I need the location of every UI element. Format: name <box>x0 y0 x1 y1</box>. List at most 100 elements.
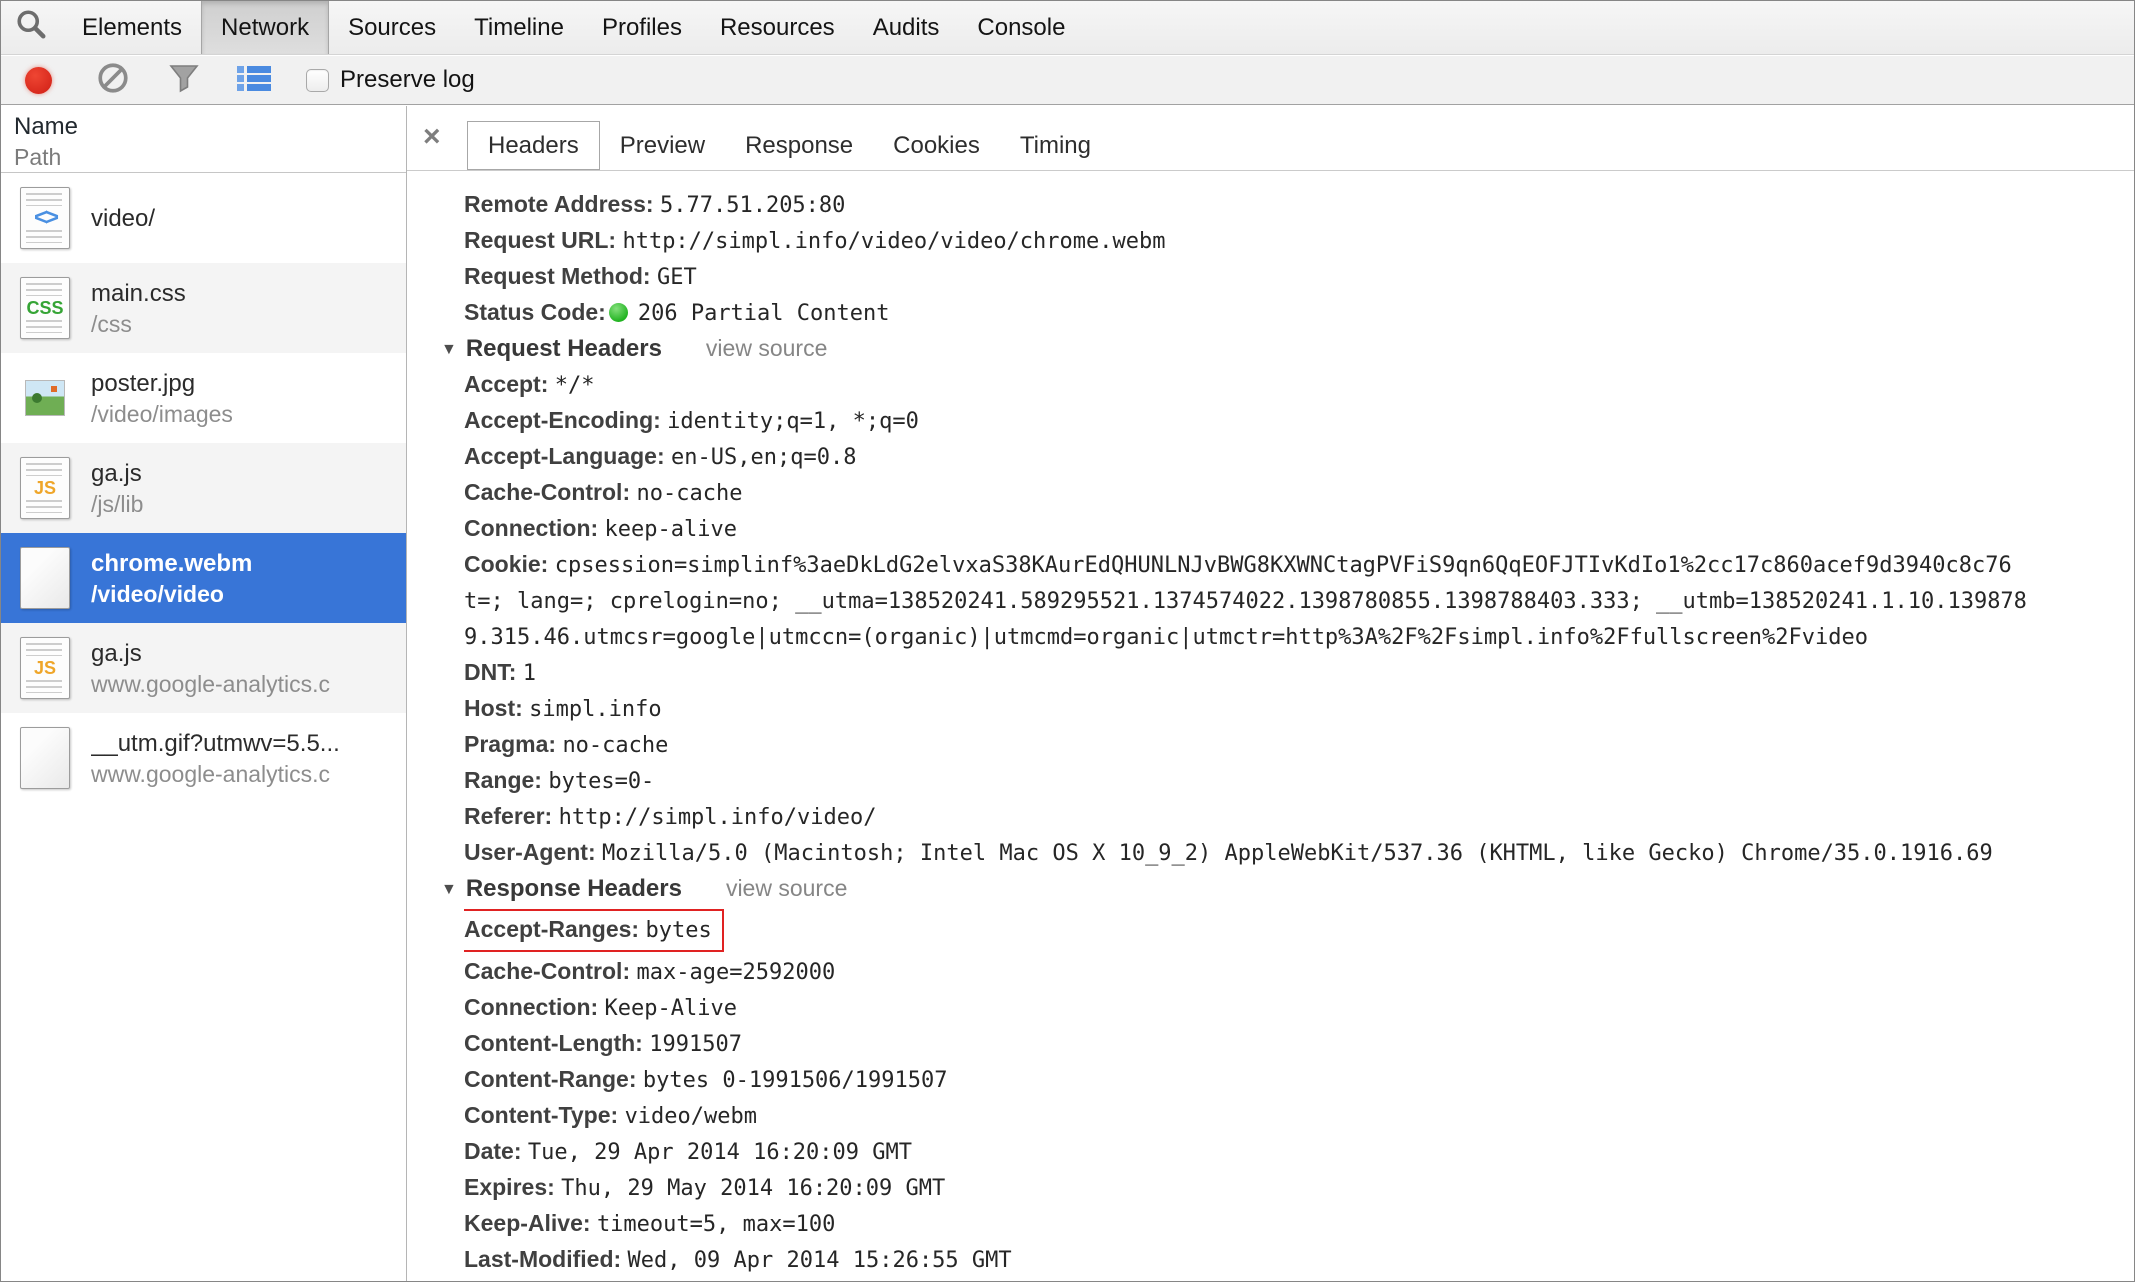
header-value: 9.315.46.utmcsr=google|utmccn=(organic)|… <box>464 625 1868 650</box>
chevron-down-icon[interactable]: ▼ <box>441 341 457 358</box>
header-value: 206 Partial Content <box>637 301 890 326</box>
tab-response[interactable]: Response <box>725 121 873 170</box>
column-header-path: Path <box>14 144 62 170</box>
header-line-accept-encoding: Accept-Encoding: identity;q=1, *;q=0 <box>464 403 2134 439</box>
request-name: __utm.gif?utmwv=5.5... <box>91 729 340 757</box>
header-line-status-code: Status Code: 206 Partial Content <box>464 295 2134 331</box>
header-value: keep-alive <box>604 517 737 542</box>
file-icon-label: JS <box>33 657 57 678</box>
image-thumbnail-icon <box>25 380 65 416</box>
tab-sources[interactable]: Sources <box>329 1 455 54</box>
header-key: Accept-Ranges: <box>464 916 640 942</box>
preserve-log-label: Preserve log <box>340 66 475 93</box>
header-line-date: Date: Tue, 29 Apr 2014 16:20:09 GMT <box>464 1134 2134 1170</box>
header-key: Content-Type: <box>464 1102 619 1128</box>
record-button[interactable] <box>1 66 52 94</box>
request-row-chrome-webm[interactable]: chrome.webm/video/video <box>1 533 406 623</box>
section-title[interactable]: Request Headers <box>466 335 662 362</box>
file-icon-label: JS <box>33 477 57 498</box>
column-header-name: Name <box>14 113 79 140</box>
section-title[interactable]: Response Headers <box>466 875 682 902</box>
request-row-text: main.css/css <box>91 278 186 339</box>
header-value: Wed, 09 Apr 2014 15:26:55 GMT <box>627 1248 1012 1273</box>
timeline-view-button[interactable] <box>236 64 272 97</box>
request-name: chrome.webm <box>91 549 253 577</box>
css-file-icon: CSS <box>20 277 70 339</box>
tab-resources[interactable]: Resources <box>701 1 854 54</box>
section-response-headers: ▼ Response Headers view source <box>441 871 2134 907</box>
tab-elements[interactable]: Elements <box>63 1 201 54</box>
request-row-poster-jpg[interactable]: poster.jpg/video/images <box>1 353 406 443</box>
header-value: bytes=0- <box>548 769 655 794</box>
header-line-accept-language: Accept-Language: en-US,en;q=0.8 <box>464 439 2134 475</box>
header-value: http://simpl.info/video/ <box>558 805 877 830</box>
inspect-search-button[interactable] <box>1 1 63 54</box>
tab-headers[interactable]: Headers <box>467 121 600 170</box>
header-line-content-type: Content-Type: video/webm <box>464 1098 2134 1134</box>
request-name: ga.js <box>91 459 142 487</box>
tab-timeline[interactable]: Timeline <box>455 1 583 54</box>
list-view-icon <box>236 64 272 97</box>
file-icon-box <box>18 546 72 610</box>
header-value: identity;q=1, *;q=0 <box>667 409 919 434</box>
view-source-link[interactable]: view source <box>726 875 847 901</box>
request-name: video/ <box>91 204 156 232</box>
tab-console[interactable]: Console <box>958 1 1084 54</box>
preserve-log-checkbox[interactable] <box>306 68 329 92</box>
devtools-tabbar: Elements Network Sources Timeline Profiles Re… <box>1 1 2134 55</box>
header-value: simpl.info <box>529 697 662 722</box>
tab-network[interactable]: Network <box>201 1 330 54</box>
file-icon-label: CSS <box>26 297 64 318</box>
request-path: /video/video <box>91 580 224 607</box>
request-row-ga-js[interactable]: JS ga.js www.google-analytics.c <box>1 623 406 713</box>
header-key: DNT: <box>464 659 517 685</box>
header-value: 1991507 <box>649 1032 742 1057</box>
block-icon <box>96 61 130 100</box>
requests-column-header[interactable]: Name Path <box>1 106 406 173</box>
tab-profiles[interactable]: Profiles <box>583 1 701 54</box>
header-value: timeout=5, max=100 <box>596 1212 836 1237</box>
header-key: Content-Length: <box>464 1030 643 1056</box>
header-value: video/webm <box>624 1104 758 1129</box>
header-line-content-range: Content-Range: bytes 0-1991506/1991507 <box>464 1062 2134 1098</box>
request-row-text: poster.jpg/video/images <box>91 368 233 429</box>
clear-button[interactable] <box>96 61 130 100</box>
request-row-ga-js[interactable]: JS ga.js/js/lib <box>1 443 406 533</box>
header-line-referer: Referer: http://simpl.info/video/ <box>464 799 2134 835</box>
plain-file-icon <box>20 727 70 789</box>
header-value: bytes 0-1991506/1991507 <box>642 1068 948 1093</box>
request-row-video[interactable]: <> video/ <box>1 173 406 263</box>
filter-button[interactable] <box>168 62 200 99</box>
header-value: no-cache <box>562 733 669 758</box>
header-key: Host: <box>464 695 523 721</box>
header-key: Request Method: <box>464 263 651 289</box>
request-name: main.css <box>91 279 186 307</box>
view-source-link[interactable]: view source <box>706 335 827 361</box>
header-line-pragma: Pragma: no-cache <box>464 727 2134 763</box>
header-value: no-cache <box>636 481 743 506</box>
header-key: Accept: <box>464 371 549 397</box>
header-line-dnt: DNT: 1 <box>464 655 2134 691</box>
request-path: /css <box>91 310 132 337</box>
request-row-utm-gif-utmwv-5-5[interactable]: __utm.gif?utmwv=5.5... www.google-analyti… <box>1 713 406 803</box>
request-row-main-css[interactable]: CSS main.css/css <box>1 263 406 353</box>
tab-timing[interactable]: Timing <box>1000 121 1111 170</box>
tab-cookies[interactable]: Cookies <box>873 121 1000 170</box>
header-line-connection: Connection: keep-alive <box>464 511 2134 547</box>
header-value: Thu, 29 May 2014 16:20:09 GMT <box>561 1176 946 1201</box>
header-value: Keep-Alive <box>604 996 737 1021</box>
header-key: Connection: <box>464 515 599 541</box>
header-key: Keep-Alive: <box>464 1210 591 1236</box>
js-file-icon: JS <box>20 457 70 519</box>
plain-file-icon <box>20 547 70 609</box>
chevron-down-icon[interactable]: ▼ <box>441 881 457 898</box>
tab-audits[interactable]: Audits <box>854 1 959 54</box>
network-content: Name Path <> video/CSS main.css/css poster.… <box>1 106 2134 1281</box>
request-row-text: ga.js www.google-analytics.c <box>91 638 330 699</box>
tab-preview[interactable]: Preview <box>600 121 725 170</box>
requests-sidebar: Name Path <> video/CSS main.css/css poster.… <box>1 106 407 1281</box>
network-toolbar: Preserve log <box>1 56 2134 105</box>
close-icon[interactable]: × <box>423 122 441 152</box>
html-file-icon: <> <box>20 187 70 249</box>
file-icon-box <box>18 366 72 430</box>
